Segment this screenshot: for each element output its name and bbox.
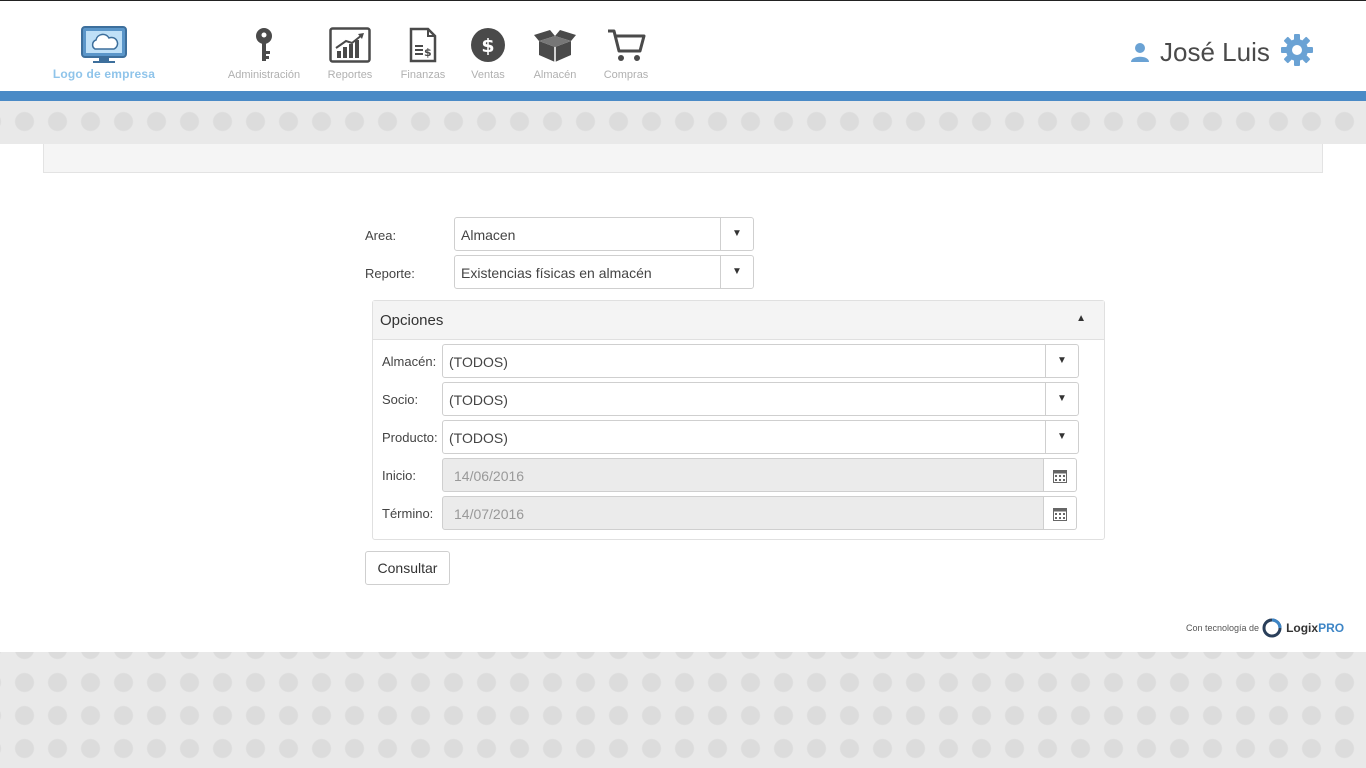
producto-value: (TODOS) — [449, 430, 508, 446]
inicio-label: Inicio: — [382, 468, 416, 483]
key-icon — [256, 28, 272, 61]
nav-administracion[interactable]: Administración — [226, 27, 302, 81]
reporte-select[interactable]: Existencias físicas en almacén ▼ — [454, 255, 754, 289]
nav-compras[interactable]: Compras — [603, 27, 649, 81]
area-label: Area: — [365, 228, 397, 243]
header-accent-bar — [0, 91, 1366, 101]
socio-value: (TODOS) — [449, 392, 508, 408]
monitor-cloud-icon — [81, 26, 127, 63]
socio-label: Socio: — [382, 392, 419, 407]
chevron-down-icon: ▼ — [1045, 345, 1078, 377]
chevron-up-icon: ▲ — [1076, 313, 1086, 324]
area-value: Almacen — [461, 227, 516, 243]
opciones-panel: Opciones ▲ Almacén: (TODOS) ▼ Socio: (TO… — [372, 300, 1105, 540]
dollar-icon: $ — [471, 28, 505, 62]
main-content: Area: Almacen ▼ Reporte: Existencias fís… — [0, 144, 1366, 652]
termino-calendar-button[interactable] — [1044, 496, 1077, 530]
nav-label: Ventas — [471, 69, 505, 81]
breadcrumb — [43, 144, 1323, 173]
box-icon — [534, 30, 576, 62]
brand-accent: PRO — [1318, 621, 1345, 635]
socio-select[interactable]: (TODOS) ▼ — [442, 382, 1079, 416]
nav-reportes[interactable]: Reportes — [326, 27, 374, 81]
company-logo[interactable]: Logo de empresa — [48, 25, 160, 81]
termino-label: Término: — [382, 506, 434, 521]
user-icon — [1131, 43, 1149, 62]
user-name: José Luis — [1160, 36, 1270, 67]
logixpro-logo-icon — [1262, 618, 1282, 638]
calendar-icon — [1053, 508, 1067, 521]
opciones-title: Opciones — [380, 312, 444, 329]
producto-label: Producto: — [382, 430, 438, 445]
calendar-icon — [1053, 470, 1067, 483]
chart-icon — [329, 27, 371, 63]
powered-text: Con tecnología de — [1186, 623, 1260, 633]
reporte-value: Existencias físicas en almacén — [461, 265, 652, 281]
chevron-down-icon: ▼ — [1045, 421, 1078, 453]
inicio-value: 14/06/2016 — [454, 468, 525, 484]
gear-icon — [1281, 34, 1313, 66]
almacen-select[interactable]: (TODOS) ▼ — [442, 344, 1079, 378]
cart-icon — [608, 29, 646, 61]
nav-finanzas[interactable]: $ Finanzas — [400, 27, 446, 81]
powered-by: Con tecnología de LogixPRO — [1186, 618, 1344, 638]
termino-value: 14/07/2016 — [454, 506, 525, 522]
logixpro-brand: LogixPRO — [1286, 621, 1344, 635]
brand-main: Logix — [1286, 621, 1319, 635]
termino-date-field[interactable]: 14/07/2016 — [442, 496, 1044, 530]
opciones-header[interactable]: Opciones ▲ — [373, 301, 1104, 340]
nav-ventas[interactable]: $ Ventas — [468, 27, 508, 81]
settings-button[interactable] — [1280, 33, 1314, 72]
invoice-icon: $ — [409, 27, 437, 63]
producto-select[interactable]: (TODOS) ▼ — [442, 420, 1079, 454]
nav-label: Almacén — [533, 69, 577, 81]
chevron-down-icon: ▼ — [1045, 383, 1078, 415]
svg-text:$: $ — [424, 46, 432, 59]
chevron-down-icon: ▼ — [720, 256, 753, 288]
nav-label: Administración — [227, 69, 301, 81]
nav-label: Finanzas — [400, 69, 446, 81]
nav-almacen[interactable]: Almacén — [532, 27, 578, 81]
nav-label: Reportes — [327, 69, 373, 81]
inicio-date-field[interactable]: 14/06/2016 — [442, 458, 1044, 492]
top-header: Logo de empresa Administración Reportes — [0, 0, 1366, 91]
almacen-label: Almacén: — [382, 354, 437, 369]
consultar-button[interactable]: Consultar — [365, 551, 450, 585]
nav-label: Compras — [603, 69, 649, 81]
area-select[interactable]: Almacen ▼ — [454, 217, 754, 251]
user-menu[interactable]: José Luis — [1130, 37, 1270, 67]
inicio-calendar-button[interactable] — [1044, 458, 1077, 492]
chevron-down-icon: ▼ — [720, 218, 753, 250]
logo-text: Logo de empresa — [52, 67, 156, 81]
reporte-label: Reporte: — [365, 266, 415, 281]
almacen-value: (TODOS) — [449, 354, 508, 370]
svg-text:$: $ — [481, 35, 494, 57]
